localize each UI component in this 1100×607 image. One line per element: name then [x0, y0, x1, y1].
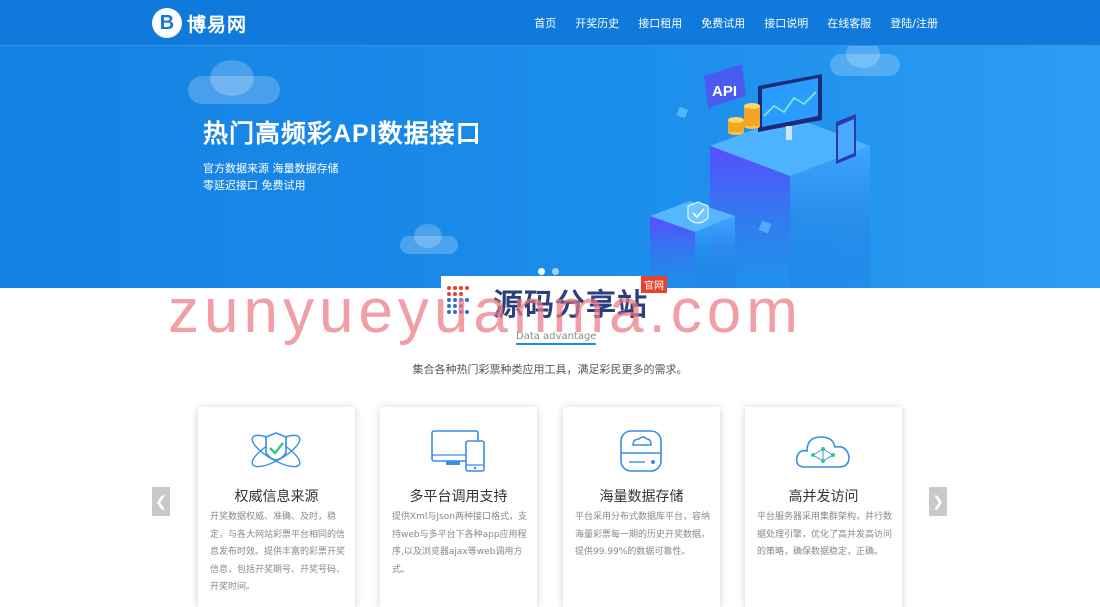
carousel-dot[interactable] [538, 268, 545, 275]
banner-subtitle-line: 零延迟接口 免费试用 [203, 179, 306, 192]
nav-login[interactable]: 登陆/注册 [890, 15, 938, 31]
logo-letter: B [159, 11, 175, 34]
watermark-url-text: zunyueyuanma.com [168, 277, 803, 346]
site-logo[interactable]: B 博易网 [152, 8, 247, 38]
feature-card[interactable]: 高并发访问 平台服务器采用集群架构，并行数据处理引擎，优化了高并发高访问的策略，… [745, 407, 902, 607]
devices-icon [431, 430, 485, 472]
feature-card[interactable]: 多平台调用支持 提供Xml与Json两种接口格式，支持web与多平台下各种app… [380, 407, 537, 607]
feature-card[interactable]: 海量数据存储 平台采用分布式数据库平台，容纳海量彩票每一期的历史开奖数据。提供9… [563, 407, 720, 607]
banner-subtitle: 官方数据来源 海量数据存储 零延迟接口 免费试用 [203, 160, 339, 194]
card-text: 平台服务器采用集群架构，并行数据处理引擎，优化了高并发高访问的策略，确保数据稳定… [757, 512, 893, 557]
chevron-right-icon: ❯ [932, 493, 944, 510]
nav-rent[interactable]: 接口租用 [638, 15, 682, 31]
banner-title: 热门高频彩API数据接口 [203, 120, 482, 148]
nav-history[interactable]: 开奖历史 [575, 15, 619, 31]
logo-b-icon: B [152, 8, 182, 38]
nav-home[interactable]: 首页 [534, 15, 556, 31]
main-nav: 首页 开奖历史 接口租用 免费试用 接口说明 在线客服 登陆/注册 [515, 0, 938, 46]
carousel-dots [538, 268, 566, 275]
section-description: 集合各种热门彩票种类应用工具，满足彩民更多的需求。 [412, 363, 688, 376]
card-title: 权威信息来源 [234, 489, 319, 505]
carousel-next-button[interactable]: ❯ [929, 487, 947, 516]
card-title: 海量数据存储 [599, 489, 684, 505]
isometric-api-illustration: API [650, 64, 870, 288]
carousel-prev-button[interactable]: ❮ [152, 487, 170, 516]
card-text: 开奖数据权威、准确、及时，稳定，与各大网站彩票平台相同的信息发布时效。提供丰富的… [210, 512, 346, 592]
feature-cards: 权威信息来源 开奖数据权威、准确、及时，稳定，与各大网站彩票平台相同的信息发布时… [198, 407, 902, 607]
card-title: 高并发访问 [788, 489, 859, 505]
banner-subtitle-line: 官方数据来源 海量数据存储 [203, 162, 339, 175]
card-title: 多平台调用支持 [409, 489, 508, 505]
nav-docs[interactable]: 接口说明 [764, 15, 808, 31]
card-text: 平台采用分布式数据库平台，容纳海量彩票每一期的历史开奖数据。提供99.99%的数… [575, 512, 711, 557]
feature-card[interactable]: 权威信息来源 开奖数据权威、准确、及时，稳定，与各大网站彩票平台相同的信息发布时… [198, 407, 355, 607]
shield-check-icon [251, 432, 301, 468]
logo-text: 博易网 [187, 13, 248, 36]
api-badge-label: API [712, 83, 737, 100]
hero-banner: 热门高频彩API数据接口 官方数据来源 海量数据存储 零延迟接口 免费试用 AP… [0, 46, 1100, 288]
card-text: 提供Xml与Json两种接口格式，支持web与多平台下各种app应用程序,以及浏… [392, 512, 527, 575]
chevron-left-icon: ❮ [155, 493, 167, 510]
database-cloud-icon [620, 430, 662, 472]
nav-support[interactable]: 在线客服 [827, 15, 871, 31]
nav-trial[interactable]: 免费试用 [701, 15, 745, 31]
carousel-dot[interactable] [552, 268, 559, 275]
cloud-network-icon [795, 436, 850, 468]
top-nav-bar: B 博易网 首页 开奖历史 接口租用 免费试用 接口说明 在线客服 登陆/注册 [0, 0, 1100, 46]
cloud-decoration [188, 60, 280, 104]
cloud-decoration [400, 224, 458, 254]
